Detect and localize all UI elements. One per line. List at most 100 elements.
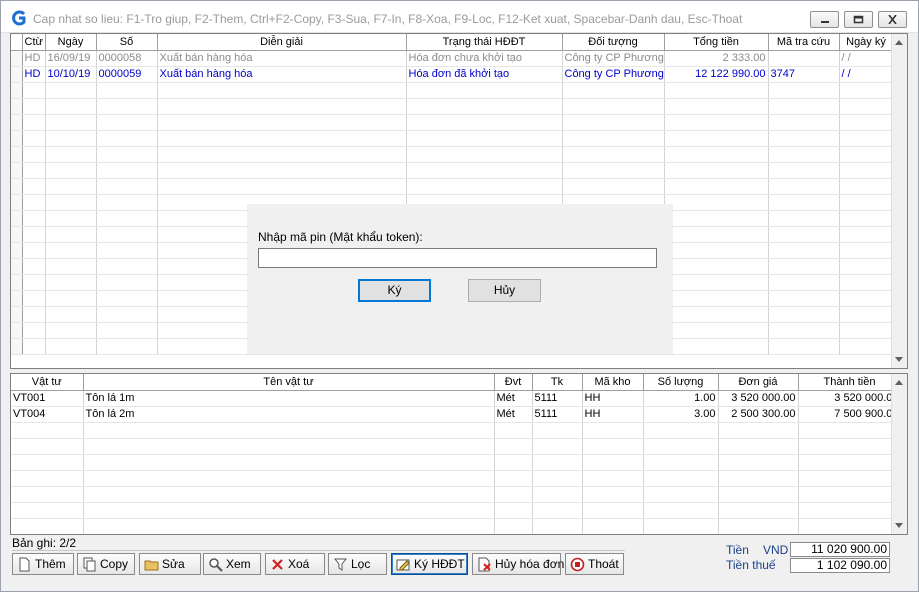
scroll-up-icon[interactable] — [895, 380, 903, 385]
empty-cell — [96, 258, 158, 275]
pin-dialog: Nhập mã pin (Mật khẩu token): Ký Hủy — [247, 204, 673, 354]
add-button[interactable]: Thêm — [12, 553, 74, 575]
tax-label: Tiền thuế — [726, 558, 776, 572]
cell-date: 10/10/19 — [45, 66, 97, 83]
empty-cell — [839, 194, 894, 211]
col-header-total[interactable]: Tổng tiền — [664, 34, 769, 51]
exit-button[interactable]: Thoát — [565, 553, 624, 575]
empty-cell — [22, 178, 46, 195]
col-header-unit[interactable]: Đvt — [494, 374, 533, 391]
empty-row — [11, 486, 902, 503]
empty-cell — [839, 258, 894, 275]
invoice-row[interactable]: HD 16/09/19 0000058 Xuất bán hàng hóa Hó… — [11, 50, 894, 67]
sign-einvoice-button[interactable]: Ký HĐĐT — [391, 553, 468, 575]
col-header-date[interactable]: Ngày — [45, 34, 97, 51]
copy-button[interactable]: Copy — [77, 553, 135, 575]
col-header-unit-price[interactable]: Đơn giá — [718, 374, 799, 391]
cell-account: 5111 — [532, 390, 583, 407]
scroll-down-icon[interactable] — [895, 523, 903, 528]
empty-cell — [494, 454, 533, 471]
empty-cell — [22, 210, 46, 227]
filter-button[interactable]: Lọc — [328, 553, 387, 575]
invoice-grid-scrollbar[interactable] — [891, 34, 907, 368]
empty-cell — [157, 162, 407, 179]
row-indicator-header — [11, 34, 23, 51]
col-header-item-name[interactable]: Tên vật tư — [83, 374, 495, 391]
delete-button-label: Xoá — [288, 557, 310, 571]
empty-cell — [11, 518, 84, 534]
empty-cell — [562, 178, 665, 195]
title-bar: Cap nhat so lieu: F1-Tro giup, F2-Them, … — [1, 1, 918, 33]
pin-input[interactable] — [258, 248, 657, 268]
cell-account: 5111 — [532, 406, 583, 423]
col-header-account[interactable]: Tk — [532, 374, 583, 391]
col-header-sign-date[interactable]: Ngày ký — [839, 34, 894, 51]
empty-cell — [839, 338, 894, 355]
empty-cell — [96, 290, 158, 307]
sign-einvoice-button-label: Ký HĐĐT — [414, 557, 465, 571]
sign-ok-button[interactable]: Ký — [358, 279, 431, 302]
scroll-up-icon[interactable] — [895, 40, 903, 45]
col-header-number[interactable]: Số — [96, 34, 158, 51]
sign-cancel-button[interactable]: Hủy — [468, 279, 541, 302]
empty-cell — [664, 242, 769, 259]
detail-row[interactable]: VT001 Tôn lá 1m Mét 5111 HH 1.00 3 520 0… — [11, 390, 902, 407]
empty-cell — [768, 322, 840, 339]
empty-cell — [718, 486, 799, 503]
empty-cell — [839, 114, 894, 131]
edit-button[interactable]: Sửa — [139, 553, 201, 575]
col-header-ctu[interactable]: Ctừ — [22, 34, 46, 51]
col-header-party[interactable]: Đối tượng — [562, 34, 665, 51]
empty-cell — [768, 194, 840, 211]
row-indicator[interactable] — [11, 50, 23, 67]
empty-cell — [11, 486, 84, 503]
amount-label: Tiền — [726, 543, 749, 557]
new-document-icon — [19, 557, 30, 572]
empty-cell — [839, 242, 894, 259]
detail-row[interactable]: VT004 Tôn lá 2m Mét 5111 HH 3.00 2 500 3… — [11, 406, 902, 423]
empty-row — [11, 470, 902, 487]
empty-cell — [582, 438, 644, 455]
empty-cell — [768, 82, 840, 99]
close-window-button[interactable] — [878, 11, 907, 28]
col-header-warehouse[interactable]: Mã kho — [582, 374, 644, 391]
empty-cell — [582, 470, 644, 487]
empty-cell — [768, 178, 840, 195]
minimize-button[interactable] — [810, 11, 839, 28]
scroll-down-icon[interactable] — [895, 357, 903, 362]
detail-grid-scrollbar[interactable] — [891, 374, 907, 534]
empty-cell — [494, 518, 533, 534]
empty-cell — [532, 502, 583, 519]
invoice-row[interactable]: HD 10/10/19 0000059 Xuất bán hàng hóa Hó… — [11, 66, 894, 83]
empty-cell — [11, 322, 23, 339]
col-header-item-code[interactable]: Vật tư — [11, 374, 84, 391]
empty-cell — [664, 290, 769, 307]
empty-cell — [406, 146, 563, 163]
col-header-description[interactable]: Diễn giải — [157, 34, 407, 51]
empty-cell — [664, 210, 769, 227]
empty-cell — [96, 146, 158, 163]
cancel-invoice-button[interactable]: Hủy hóa đơn — [472, 553, 564, 575]
empty-cell — [45, 194, 97, 211]
empty-cell — [96, 226, 158, 243]
empty-cell — [768, 226, 840, 243]
empty-cell — [562, 98, 665, 115]
row-indicator[interactable] — [11, 66, 23, 83]
empty-cell — [406, 130, 563, 147]
empty-cell — [768, 290, 840, 307]
view-button[interactable]: Xem — [203, 553, 261, 575]
empty-cell — [45, 274, 97, 291]
copy-button-label: Copy — [100, 557, 129, 571]
empty-cell — [11, 226, 23, 243]
restore-button[interactable] — [844, 11, 873, 28]
col-header-amount[interactable]: Thành tiền — [798, 374, 902, 391]
col-header-einvoice-status[interactable]: Trạng thái HĐĐT — [406, 34, 563, 51]
col-header-quantity[interactable]: Số lượng — [643, 374, 719, 391]
col-header-lookup-code[interactable]: Mã tra cứu — [768, 34, 840, 51]
main-window: Cap nhat so lieu: F1-Tro giup, F2-Them, … — [0, 0, 919, 592]
empty-cell — [664, 162, 769, 179]
empty-cell — [96, 322, 158, 339]
empty-cell — [643, 518, 719, 534]
filter-button-label: Lọc — [351, 557, 371, 571]
delete-button[interactable]: Xoá — [265, 553, 325, 575]
